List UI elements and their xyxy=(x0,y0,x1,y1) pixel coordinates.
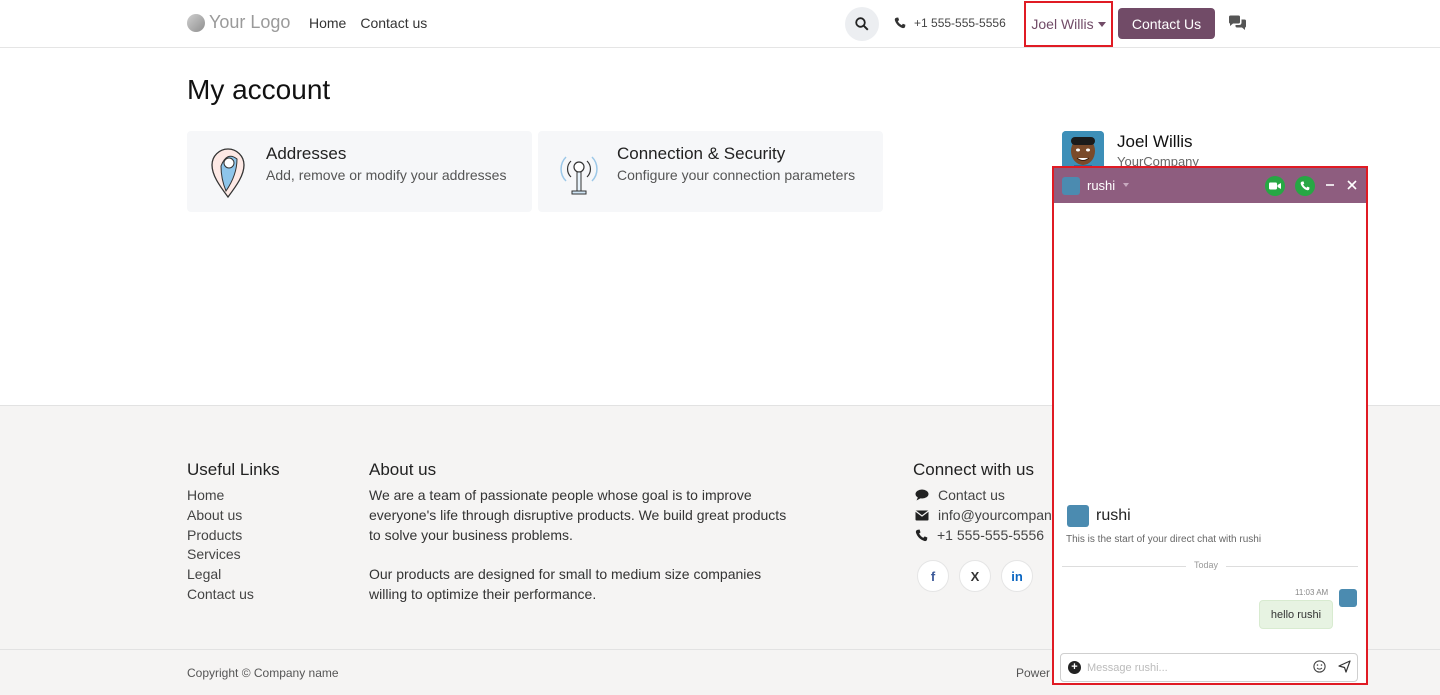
close-icon xyxy=(1347,180,1357,190)
connection-card-title: Connection & Security xyxy=(617,144,786,163)
footer-link-about-us[interactable]: About us xyxy=(187,507,242,523)
facebook-icon[interactable]: f xyxy=(917,560,949,592)
message-bubble[interactable]: hello rushi xyxy=(1259,600,1333,629)
footer-link-legal[interactable]: Legal xyxy=(187,566,221,582)
chat-header-name: rushi xyxy=(1087,178,1116,193)
contact-us-button[interactable]: Contact Us xyxy=(1118,8,1215,39)
copyright-text: Copyright © Company name xyxy=(187,666,339,680)
intro-name: rushi xyxy=(1096,507,1131,524)
footer-link-products[interactable]: Products xyxy=(187,527,242,543)
connection-card-desc: Configure your connection parameters xyxy=(617,167,856,183)
connect-contact-us[interactable]: Contact us xyxy=(915,487,1005,503)
connect-phone[interactable]: +1 555-555-5556 xyxy=(915,527,1044,543)
logo-mark-icon xyxy=(187,13,205,32)
comment-icon xyxy=(915,489,929,501)
footer-link-contact-us[interactable]: Contact us xyxy=(187,586,254,602)
site-logo[interactable]: Your Logo xyxy=(187,12,290,33)
about-us-paragraph-2: Our products are designed for small to m… xyxy=(369,564,761,604)
nav-contact-us[interactable]: Contact us xyxy=(360,15,427,31)
site-header: Your Logo Home Contact us +1 555-555-555… xyxy=(0,0,1440,48)
search-icon xyxy=(855,17,869,31)
phone-call-button[interactable] xyxy=(1295,176,1315,196)
about-line: willing to optimize their performance. xyxy=(369,586,597,602)
main-nav: Home Contact us xyxy=(309,15,427,31)
chat-window: rushi rushi This is the start of your di… xyxy=(1052,166,1368,685)
chat-header-avatar xyxy=(1062,177,1080,195)
profile-name: Joel Willis xyxy=(1117,132,1193,151)
phone-icon xyxy=(915,529,928,541)
header-phone-text: +1 555-555-5556 xyxy=(914,16,1006,30)
connect-contact-us-label: Contact us xyxy=(938,487,1005,503)
location-pin-icon xyxy=(207,145,249,206)
minimize-button[interactable] xyxy=(1325,176,1335,199)
message-input[interactable] xyxy=(1087,659,1307,677)
minimize-icon xyxy=(1326,184,1334,186)
x-twitter-icon[interactable]: X xyxy=(959,560,991,592)
connect-phone-label: +1 555-555-5556 xyxy=(937,527,1045,543)
connect-title: Connect with us xyxy=(913,460,1034,479)
emoji-icon[interactable] xyxy=(1313,660,1326,678)
about-line: to solve your business problems. xyxy=(369,527,573,543)
about-line: Our products are designed for small to m… xyxy=(369,566,762,582)
send-icon[interactable] xyxy=(1338,660,1351,678)
message-time: 11:03 AM xyxy=(1295,588,1329,597)
chevron-down-icon[interactable] xyxy=(1123,183,1129,187)
video-call-icon xyxy=(1269,182,1281,190)
chat-body[interactable]: rushi This is the start of your direct c… xyxy=(1054,203,1366,643)
messaging-button[interactable] xyxy=(1228,15,1247,36)
date-divider-label: Today xyxy=(1186,560,1227,570)
search-button[interactable] xyxy=(845,7,879,41)
plus-icon[interactable]: + xyxy=(1068,661,1081,674)
connect-email[interactable]: info@yourcompan xyxy=(915,507,1052,523)
chat-header[interactable]: rushi xyxy=(1054,168,1366,203)
phone-icon xyxy=(894,17,906,29)
addresses-card-desc: Add, remove or modify your addresses xyxy=(266,167,507,183)
addresses-card[interactable]: Addresses Add, remove or modify your add… xyxy=(187,131,532,212)
about-us-paragraph-1: We are a team of passionate people whose… xyxy=(369,485,786,545)
intro-avatar xyxy=(1067,505,1089,527)
chat-bubbles-icon xyxy=(1229,15,1246,30)
footer-link-home[interactable]: Home xyxy=(187,487,224,503)
video-call-button[interactable] xyxy=(1265,176,1285,196)
user-menu-toggle[interactable]: Joel Willis xyxy=(1024,1,1113,47)
phone-call-icon xyxy=(1300,181,1310,191)
nav-home[interactable]: Home xyxy=(309,15,346,31)
linkedin-icon[interactable]: in xyxy=(1001,560,1033,592)
connection-security-card[interactable]: Connection & Security Configure your con… xyxy=(538,131,883,212)
chevron-down-icon xyxy=(1097,21,1106,27)
user-menu-name: Joel Willis xyxy=(1031,16,1094,32)
page-title: My account xyxy=(187,74,331,105)
message-avatar xyxy=(1339,589,1357,607)
about-line: everyone's life through disruptive produ… xyxy=(369,507,787,523)
close-button[interactable] xyxy=(1347,176,1357,199)
footer-link-services[interactable]: Services xyxy=(187,546,241,562)
about-line: We are a team of passionate people whose… xyxy=(369,487,752,503)
about-us-title: About us xyxy=(369,460,437,479)
logo-text: Your Logo xyxy=(209,12,291,32)
envelope-icon xyxy=(915,510,929,520)
intro-text: This is the start of your direct chat wi… xyxy=(1066,534,1262,545)
powered-by-text: Power xyxy=(1016,666,1051,680)
connect-email-label: info@yourcompan xyxy=(938,507,1052,523)
message-composer: + xyxy=(1060,653,1358,682)
addresses-card-title: Addresses xyxy=(266,144,347,163)
useful-links-title: Useful Links xyxy=(187,460,280,479)
header-phone[interactable]: +1 555-555-5556 xyxy=(894,16,1006,30)
antenna-icon xyxy=(558,145,600,202)
